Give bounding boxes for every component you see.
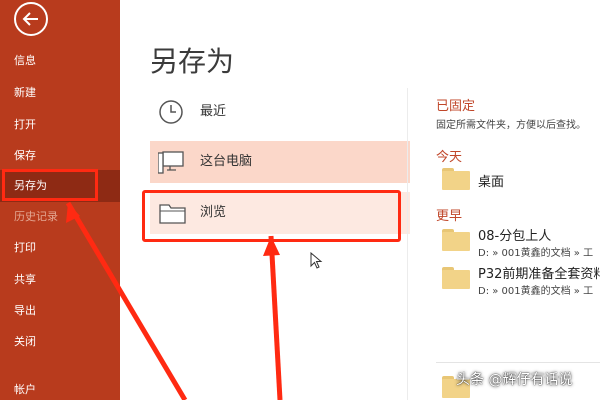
annotation-arrows <box>65 201 283 400</box>
watermark: 头条 @辉仔有话说 <box>456 372 573 388</box>
